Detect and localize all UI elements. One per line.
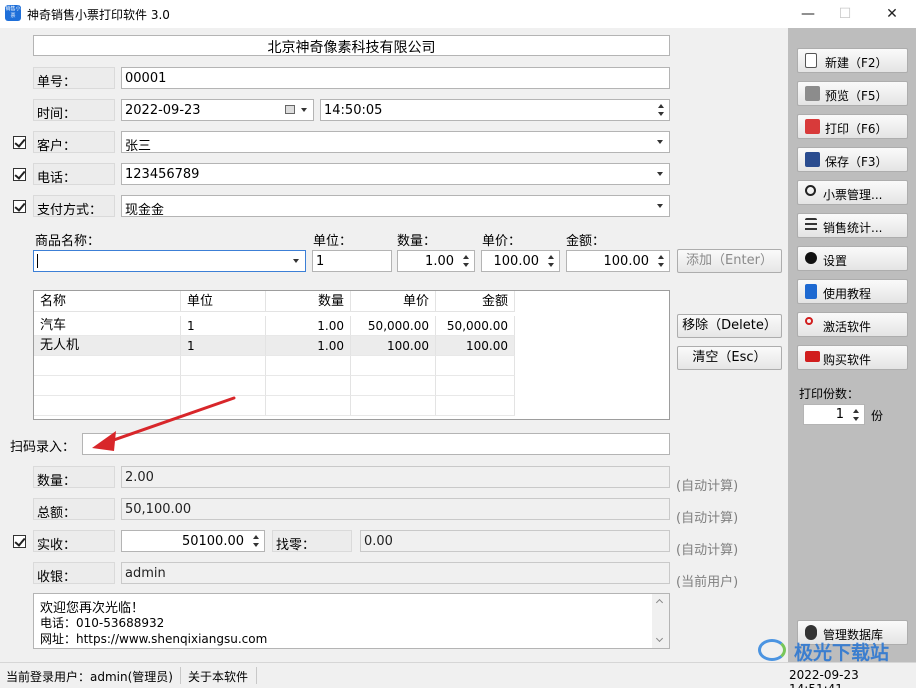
status-separator — [256, 667, 257, 684]
qty-total-label: 数量： — [33, 466, 115, 489]
total-label: 总额： — [33, 498, 115, 521]
copies-stepper[interactable]: 1 — [803, 404, 865, 425]
total-field: 50,100.00 — [121, 498, 670, 520]
auto-calc-note: (自动计算) — [676, 511, 739, 526]
buy-button[interactable]: 购买软件 — [797, 345, 908, 370]
new-doc-icon — [805, 53, 817, 68]
cashier-field: admin — [121, 562, 670, 584]
paid-stepper[interactable]: 50100.00 — [121, 530, 265, 552]
change-label: 找零： — [272, 530, 352, 553]
cashier-label: 收银： — [33, 562, 115, 585]
preview-button[interactable]: 预览（F5） — [797, 81, 908, 106]
change-field: 0.00 — [360, 530, 670, 552]
tutorial-button[interactable]: 使用教程 — [797, 279, 908, 304]
memo-line: 电话：010-53688932 — [40, 616, 165, 630]
printer-icon — [805, 119, 820, 134]
print-button[interactable]: 打印（F6） — [797, 114, 908, 139]
scroll-down-icon[interactable] — [655, 634, 664, 643]
settings-button[interactable]: 设置 — [797, 246, 908, 271]
current-user-status: 当前登录用户：admin(管理员) — [6, 670, 173, 684]
list-icon — [805, 218, 817, 233]
receipt-manage-button[interactable]: 小票管理... — [797, 180, 908, 205]
qty-total-field: 2.00 — [121, 466, 670, 488]
paid-label: 实收： — [33, 530, 115, 553]
current-user-note: (当前用户) — [676, 575, 739, 590]
footer-memo-textarea[interactable]: 欢迎您再次光临！ 电话：010-53688932 网址：https://www.… — [33, 593, 670, 649]
about-link[interactable]: 关于本软件 — [188, 668, 248, 685]
auto-calc-note: (自动计算) — [676, 479, 739, 494]
book-icon — [805, 284, 817, 299]
scroll-up-icon[interactable] — [655, 598, 664, 607]
magnifier-icon — [805, 185, 816, 196]
status-separator — [180, 667, 181, 684]
memo-scrollbar[interactable] — [652, 594, 669, 648]
watermark: 极光下载站 — [758, 636, 908, 666]
floppy-disk-icon — [805, 152, 820, 167]
printer-preview-icon — [805, 86, 820, 101]
spin-arrows-icon[interactable] — [249, 532, 263, 550]
auto-calc-note: (自动计算) — [676, 543, 739, 558]
cart-icon — [805, 351, 820, 362]
save-button[interactable]: 保存（F3） — [797, 147, 908, 172]
spin-arrows-icon[interactable] — [849, 406, 863, 424]
activate-button[interactable]: 激活软件 — [797, 312, 908, 337]
watermark-text: 极光下载站 — [794, 642, 890, 664]
copies-label: 打印份数： — [799, 387, 860, 401]
watermark-logo-icon — [758, 639, 786, 661]
annotation-arrow — [92, 396, 236, 451]
memo-line: 网址：https://www.shenqixiangsu.com — [40, 632, 268, 646]
new-button[interactable]: 新建（F2） — [797, 48, 908, 73]
sales-stats-button[interactable]: 销售统计... — [797, 213, 908, 238]
gear-icon — [805, 252, 817, 264]
paid-checkbox[interactable] — [13, 535, 26, 548]
copies-unit: 份 — [871, 409, 884, 423]
key-icon — [805, 317, 813, 325]
status-datetime: 2022-09-23 14:51:41 — [789, 668, 859, 688]
